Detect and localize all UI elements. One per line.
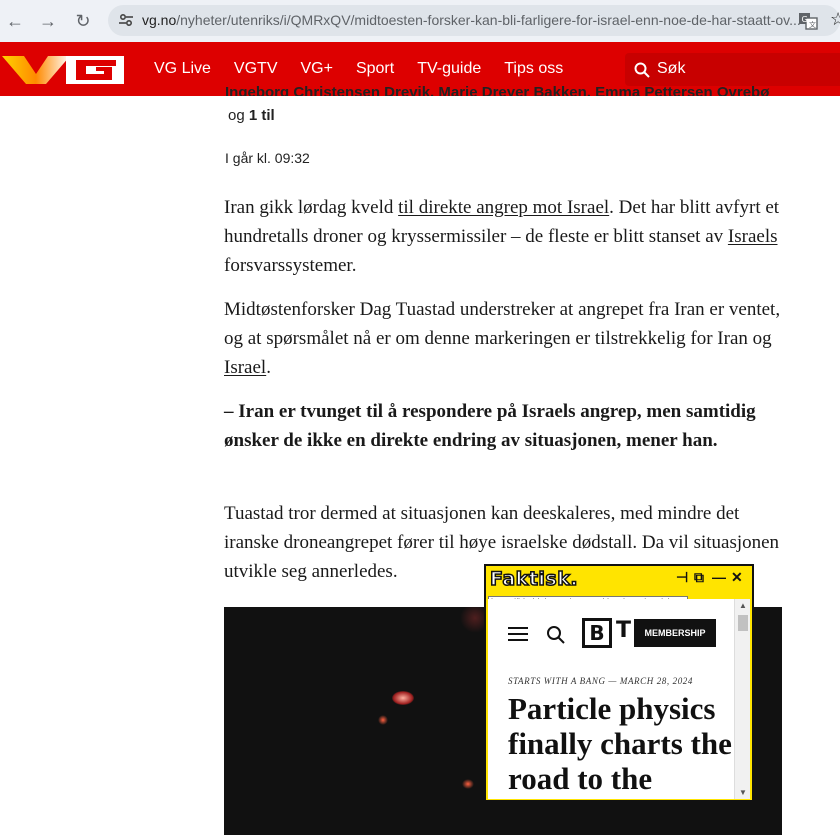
article-paragraph-2: Midtøstenforsker Dag Tuastad understreke…	[224, 295, 784, 382]
article-headline[interactable]: Particle physics finally charts the road…	[508, 691, 733, 796]
hamburger-menu-icon[interactable]	[508, 627, 528, 641]
close-icon[interactable]: ✕	[731, 569, 743, 586]
nav-tips-oss[interactable]: Tips oss	[504, 60, 563, 78]
drone-light	[378, 715, 388, 725]
svg-text:G: G	[802, 15, 808, 24]
nav-vgtv[interactable]: VGTV	[234, 60, 278, 78]
scrollbar[interactable]: ▲ ▼	[734, 599, 750, 799]
text: forsvarssystemer.	[224, 255, 357, 276]
bigthink-logo-t[interactable]: T	[616, 618, 631, 643]
search-icon[interactable]	[546, 625, 566, 645]
url-path: /nyheter/utenriks/i/QMRxQV/midtoesten-fo…	[176, 12, 801, 28]
publish-date: I går kl. 09:32	[225, 150, 310, 166]
article-quote: – Iran er tvunget til å respondere på Is…	[224, 401, 756, 451]
link-israels[interactable]: Israels	[728, 226, 778, 247]
text: .	[266, 357, 271, 378]
scroll-up-icon[interactable]: ▲	[739, 601, 747, 610]
search-button[interactable]: Søk	[625, 53, 840, 86]
browser-toolbar: ← → ↻ vg.no/nyheter/utenriks/i/QMRxQV/mi…	[0, 0, 840, 42]
drone-light	[462, 779, 474, 789]
nav-vg-plus[interactable]: VG+	[300, 60, 332, 78]
faktisk-logo: Faktisk.	[489, 567, 579, 591]
scroll-down-icon[interactable]: ▼	[739, 788, 747, 797]
svg-text:文: 文	[809, 20, 816, 29]
embedded-page: B T MEMBERSHIP STARTS WITH A BANG — MARC…	[488, 599, 734, 799]
link-direct-attack[interactable]: til direkte angrep mot Israel	[398, 197, 609, 218]
back-arrow-icon[interactable]: ←	[3, 9, 27, 33]
faktisk-popup[interactable]: Faktisk. ⊣ ⧉ — ✕ https://bigthink.com/st…	[484, 564, 754, 802]
copy-icon[interactable]: ⧉	[694, 569, 704, 586]
header-shadow-spacer	[0, 96, 840, 102]
link-israel[interactable]: Israel	[224, 357, 266, 378]
bookmark-star-icon[interactable]: ☆	[830, 9, 840, 30]
nav-tv-guide[interactable]: TV-guide	[417, 60, 481, 78]
byline-more-link[interactable]: 1 til	[249, 107, 275, 124]
drone-light	[392, 691, 414, 705]
url-text[interactable]: vg.no/nyheter/utenriks/i/QMRxQV/midtoest…	[142, 12, 802, 28]
bigthink-logo-b[interactable]: B	[582, 618, 612, 648]
article-paragraph-1: Iran gikk lørdag kveld til direkte angre…	[224, 193, 784, 280]
url-host: vg.no	[142, 12, 177, 28]
text: Midtøstenforsker Dag Tuastad understreke…	[224, 299, 781, 349]
byline-og: og	[228, 107, 245, 124]
search-label: Søk	[657, 60, 686, 77]
minimize-icon[interactable]: —	[712, 569, 726, 585]
forward-arrow-icon[interactable]: →	[36, 9, 60, 33]
translate-icon[interactable]: G 文	[798, 11, 818, 31]
nav-vg-live[interactable]: VG Live	[154, 60, 211, 78]
pin-icon[interactable]: ⊣	[676, 569, 688, 586]
reload-icon[interactable]: ↻	[71, 9, 95, 33]
address-bar[interactable]: vg.no/nyheter/utenriks/i/QMRxQV/midtoest…	[108, 5, 840, 36]
search-icon	[634, 62, 650, 78]
text: Iran gikk lørdag kveld	[224, 197, 399, 218]
vg-logo[interactable]	[2, 56, 124, 84]
scroll-thumb[interactable]	[738, 615, 748, 631]
nav-sport[interactable]: Sport	[356, 60, 394, 78]
article-kicker[interactable]: STARTS WITH A BANG — MARCH 28, 2024	[508, 676, 693, 686]
membership-button[interactable]: MEMBERSHIP	[634, 619, 716, 647]
site-settings-icon[interactable]	[118, 12, 134, 28]
byline-more: og 1 til	[228, 107, 275, 124]
